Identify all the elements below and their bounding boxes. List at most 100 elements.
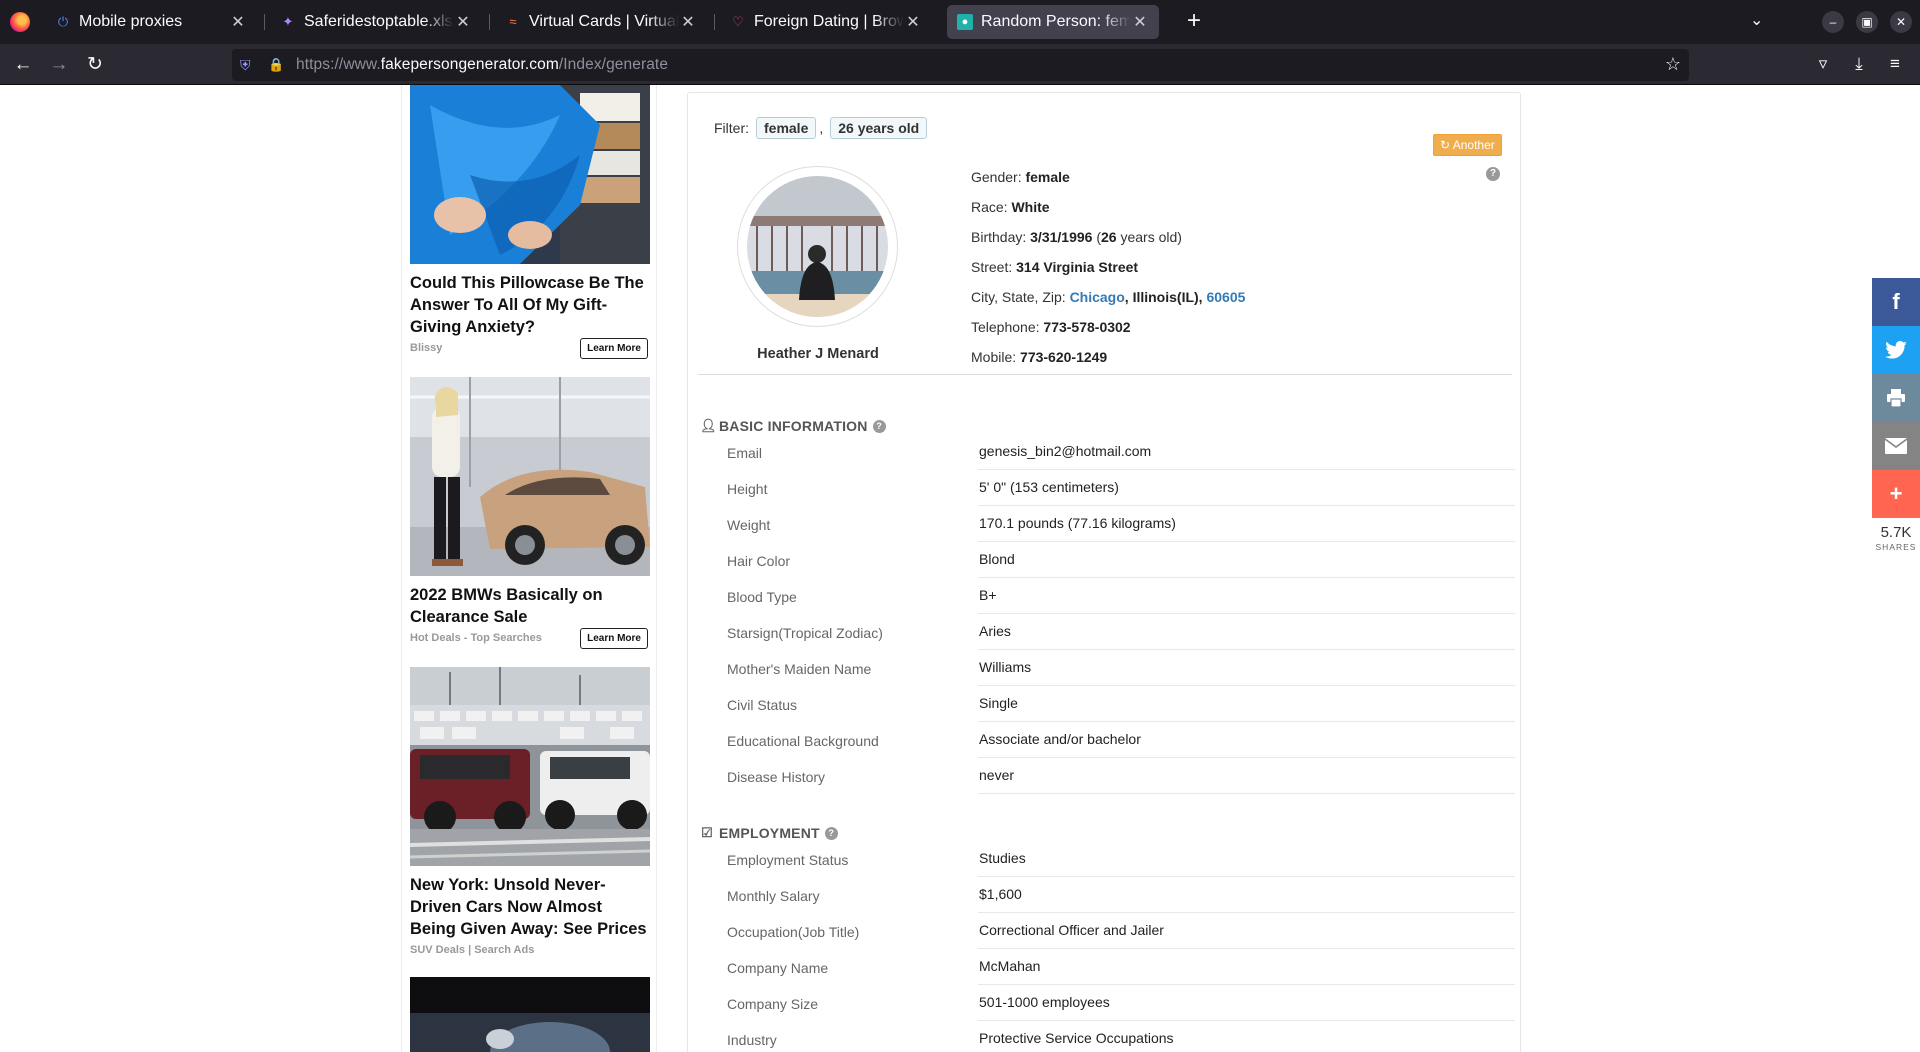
tab-spreadsheet[interactable]: ✦ Saferidestoptable.xlsx - S ✕ (270, 5, 482, 39)
tracking-protection-shield-icon[interactable]: ⛨ (240, 57, 258, 74)
fact-street: Street: 314 Virginia Street (971, 257, 1245, 287)
ad-headline[interactable]: 2022 BMWs Basically on Clearance Sale (410, 584, 650, 628)
ad-partial[interactable] (410, 977, 650, 1052)
city-link[interactable]: Chicago (1070, 289, 1125, 305)
print-share-button[interactable] (1872, 374, 1920, 422)
url-text[interactable]: https://www.fakepersongenerator.com/Inde… (296, 56, 668, 74)
filter-tag-age[interactable]: 26 years old (830, 117, 928, 139)
zip-link[interactable]: 60605 (1206, 289, 1245, 305)
row-label: Company Name (727, 960, 829, 976)
help-question-icon[interactable]: ? (872, 419, 886, 433)
bookmark-star-icon[interactable]: ☆ (1665, 54, 1681, 75)
ad-image-cars[interactable] (410, 667, 650, 866)
fact-label: Birthday: (971, 229, 1027, 245)
fact-value: 3/31/1996 (1030, 229, 1093, 245)
ad-headline[interactable]: New York: Unsold Never-Driven Cars Now A… (410, 874, 650, 940)
user-icon: 👤︎ (700, 418, 717, 433)
restore-window-icon[interactable]: ▣ (1856, 11, 1878, 33)
ad-pillowcase[interactable]: Could This Pillowcase Be The Answer To A… (410, 85, 650, 366)
help-question-icon[interactable]: ? (1486, 167, 1500, 181)
ad-image-pillowcase[interactable] (410, 85, 650, 264)
sponsored-ads-column: Could This Pillowcase Be The Answer To A… (401, 85, 657, 1052)
printer-icon (1887, 389, 1905, 407)
person-full-name: Heather J Menard (757, 346, 879, 362)
row-divider (978, 912, 1515, 913)
learn-more-button[interactable]: Learn More (580, 628, 648, 649)
table-row: Height 5' 0" (153 centimeters) (688, 471, 1522, 507)
row-divider (978, 721, 1515, 722)
url-path: /Index/generate (558, 56, 669, 73)
email-share-button[interactable] (1872, 422, 1920, 470)
table-row: Disease History never (688, 759, 1522, 795)
ad-bmw[interactable]: 2022 BMWs Basically on Clearance Sale Ho… (410, 377, 650, 656)
filter-separator: , (819, 120, 824, 136)
help-question-icon[interactable]: ? (824, 826, 838, 840)
another-person-button[interactable]: ↻ Another (1433, 134, 1502, 156)
tab-virtual-cards[interactable]: ≈ Virtual Cards | Virtual Vis ✕ (495, 5, 707, 39)
reload-icon[interactable]: ↻ (82, 52, 108, 78)
table-row: Industry Protective Service Occupations (688, 1022, 1522, 1052)
minimize-window-icon[interactable]: – (1822, 11, 1844, 33)
pocket-icon[interactable]: ▿ (1812, 53, 1834, 75)
table-row: Blood Type B+ (688, 579, 1522, 615)
key-facts: Gender: female Race: White Birthday: 3/3… (971, 167, 1245, 377)
row-value: B+ (979, 587, 997, 603)
another-label: Another (1452, 138, 1495, 152)
ad-headline[interactable]: Could This Pillowcase Be The Answer To A… (410, 272, 650, 338)
employment-heading: ☑ EMPLOYMENT ? (700, 825, 838, 841)
learn-more-button[interactable]: Learn More (580, 338, 648, 359)
back-arrow-icon[interactable]: ← (10, 52, 36, 78)
row-divider (978, 793, 1515, 794)
row-value: Single (979, 695, 1018, 711)
fact-mobile: Mobile: 773-620-1249 (971, 347, 1245, 377)
row-label: Disease History (727, 769, 826, 785)
tab-random-person[interactable]: ● Random Person: female, 2 ✕ (947, 5, 1159, 39)
fact-city-state-zip: City, State, Zip: Chicago, Illinois(IL),… (971, 287, 1245, 317)
fact-value: 773-578-0302 (1043, 319, 1131, 335)
row-divider (978, 685, 1515, 686)
plus-icon: + (1889, 481, 1903, 506)
row-value: genesis_bin2@hotmail.com (979, 443, 1152, 459)
downloads-icon[interactable]: ⤓ (1848, 53, 1870, 75)
row-label: Weight (727, 517, 771, 533)
filter-tag-gender[interactable]: female (756, 117, 817, 139)
close-tab-icon[interactable]: ✕ (229, 12, 247, 32)
age-value: 26 (1101, 229, 1117, 245)
tab-foreign-dating[interactable]: ♡ Foreign Dating | Browse F ✕ (720, 5, 932, 39)
close-tab-icon[interactable]: ✕ (679, 12, 697, 32)
envelope-icon (1885, 438, 1907, 454)
fact-value: 773-620-1249 (1020, 349, 1108, 365)
url-domain: fakepersongenerator.com (380, 56, 559, 73)
row-label: Hair Color (727, 553, 791, 569)
section-title-text: BASIC INFORMATION (719, 418, 868, 434)
parking-lot-photo (410, 667, 650, 866)
close-tab-icon[interactable]: ✕ (904, 12, 922, 32)
row-divider (978, 505, 1515, 506)
ad-image-bmw[interactable] (410, 377, 650, 576)
table-row: Monthly Salary $1,600 (688, 878, 1522, 914)
close-window-icon[interactable]: ✕ (1890, 11, 1912, 33)
forward-arrow-icon[interactable]: → (46, 52, 72, 78)
heart-icon: ♡ (732, 14, 744, 29)
facebook-share-button[interactable]: f (1872, 278, 1920, 326)
more-share-button[interactable]: + (1872, 470, 1920, 518)
row-value: Correctional Officer and Jailer (979, 922, 1164, 938)
card-brand-icon: ≈ (509, 14, 517, 29)
close-tab-icon[interactable]: ✕ (1131, 12, 1149, 32)
browser-tab-bar: ⏻ Mobile proxies ✕ ✦ Saferidestoptable.x… (0, 0, 1920, 44)
tab-mobile-proxies[interactable]: ⏻ Mobile proxies ✕ (45, 5, 257, 39)
list-all-tabs-chevron-icon[interactable]: ⌄ (1750, 10, 1763, 30)
ad-unsold-cars[interactable]: New York: Unsold Never-Driven Cars Now A… (410, 667, 650, 956)
filter-label: Filter: (714, 120, 749, 136)
url-bar[interactable]: ⛨ 🔒 https://www.fakepersongenerator.com/… (232, 49, 1689, 81)
new-tab-button[interactable]: + (1180, 8, 1208, 36)
row-divider (978, 984, 1515, 985)
twitter-share-button[interactable] (1872, 326, 1920, 374)
tab-title: Virtual Cards | Virtual Vis (529, 13, 679, 30)
tab-title: Foreign Dating | Browse F (754, 13, 904, 30)
close-tab-icon[interactable]: ✕ (454, 12, 472, 32)
ad-image-partial[interactable] (410, 977, 650, 1052)
app-menu-hamburger-icon[interactable]: ≡ (1884, 53, 1906, 75)
avatar-photo (747, 176, 888, 317)
padlock-icon[interactable]: 🔒 (268, 57, 286, 73)
